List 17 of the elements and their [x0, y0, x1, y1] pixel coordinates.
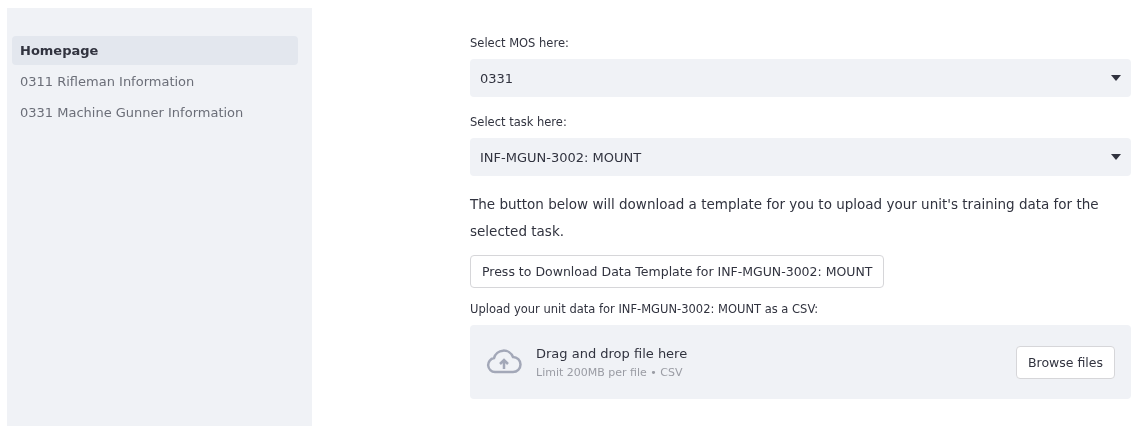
dropdown-caret-icon: [1111, 154, 1121, 160]
field-label: Select task here:: [470, 115, 568, 129]
browse-files-button[interactable]: Browse files: [1015, 345, 1115, 379]
field-label: Upload your unit data for INF-MGUN-3002: MOUNT as a CSV:: [470, 302, 820, 316]
select-dropdown[interactable]: INF-MGUN-3002: MOUNT: [470, 138, 1131, 176]
description-text: The button below will download a template for you to upload your unit's training data for the selected task.: [470, 195, 1100, 241]
select-dropdown[interactable]: 0331: [470, 59, 1131, 97]
download-button[interactable]: Press to Download Data Template for INF-MGUN-3002: MOUNT: [470, 255, 885, 288]
sidebar-item[interactable]: 0311 Rifleman Information: [12, 67, 298, 96]
dropzone-hint: Limit 200MB per file • CSV: [536, 365, 684, 379]
file-dropzone[interactable]: Drag and drop file here Limit 200MB per file • CSV Browse files: [470, 325, 1131, 399]
dropdown-caret-icon: [1111, 75, 1121, 81]
field-label: Select MOS here:: [470, 36, 570, 50]
sidebar-item[interactable]: Homepage: [12, 36, 298, 65]
cloud-upload-icon: [486, 348, 522, 376]
sidebar-item[interactable]: 0331 Machine Gunner Information: [12, 98, 298, 127]
dropzone-title: Drag and drop file here: [536, 345, 689, 361]
